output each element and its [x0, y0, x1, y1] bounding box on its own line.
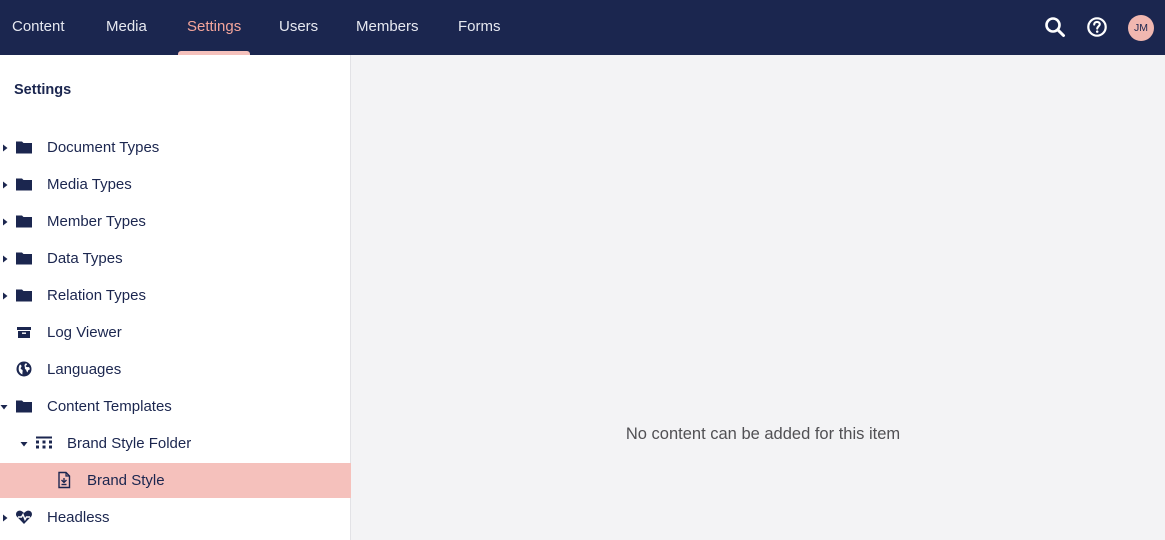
top-navigation-bar: Content Media Settings Users Members For…	[0, 0, 1165, 55]
caret-down-icon[interactable]	[0, 403, 8, 411]
tree-item-headless[interactable]: Headless	[0, 500, 351, 535]
empty-state-message: No content can be added for this item	[625, 425, 901, 443]
folder-icon	[16, 141, 32, 154]
sidebar-title: Settings	[14, 82, 72, 98]
heart-icon	[16, 510, 32, 524]
tree-item-member-types[interactable]: Member Types	[0, 204, 351, 239]
tree-item-content-templates[interactable]: Content Templates	[0, 389, 351, 424]
document-icon	[58, 471, 71, 489]
tree-item-label: Document Types	[47, 139, 160, 156]
search-icon[interactable]	[1043, 15, 1067, 39]
folder-icon	[16, 252, 32, 265]
tree-item-label: Log Viewer	[47, 324, 122, 341]
main-content-area: No content can be added for this item	[352, 55, 1165, 540]
tab-settings[interactable]: Settings	[177, 0, 251, 55]
tree-item-label: Data Types	[47, 250, 123, 267]
caret-down-icon[interactable]	[20, 440, 28, 448]
tree-item-label: Member Types	[47, 213, 146, 230]
tree-item-label: Brand Style Folder	[67, 435, 192, 452]
caret-right-icon[interactable]	[1, 292, 9, 300]
globe-icon	[16, 361, 32, 377]
tree-item-label: Headless	[47, 509, 110, 526]
tree-item-label: Brand Style	[87, 472, 165, 489]
tab-users[interactable]: Users	[279, 0, 318, 55]
archive-icon	[17, 327, 31, 338]
tree-item-brand-style[interactable]: Brand Style	[0, 463, 351, 498]
tree-item-languages[interactable]: Languages	[0, 352, 351, 387]
tree-item-brand-style-folder[interactable]: Brand Style Folder	[0, 426, 351, 461]
settings-sidebar: Settings Document Types Media Types Memb…	[0, 55, 351, 540]
tree-item-label: Relation Types	[47, 287, 146, 304]
tab-media[interactable]: Media	[106, 0, 147, 55]
caret-right-icon[interactable]	[1, 144, 9, 152]
tree-item-data-types[interactable]: Data Types	[0, 241, 351, 276]
folder-icon	[16, 215, 32, 228]
caret-right-icon[interactable]	[1, 181, 9, 189]
caret-right-icon[interactable]	[1, 255, 9, 263]
tree-item-label: Content Templates	[47, 398, 172, 415]
tree-item-media-types[interactable]: Media Types	[0, 167, 351, 202]
folder-icon	[16, 289, 32, 302]
help-icon[interactable]	[1085, 15, 1109, 39]
caret-right-icon[interactable]	[1, 514, 9, 522]
caret-right-icon[interactable]	[1, 218, 9, 226]
folder-icon	[16, 400, 32, 413]
tab-members[interactable]: Members	[356, 0, 419, 55]
tab-content[interactable]: Content	[12, 0, 65, 55]
tree-item-document-types[interactable]: Document Types	[0, 130, 351, 165]
tab-forms[interactable]: Forms	[458, 0, 501, 55]
folder-icon	[16, 178, 32, 191]
tree-item-relation-types[interactable]: Relation Types	[0, 278, 351, 313]
tree-item-label: Media Types	[47, 176, 132, 193]
tree-item-label: Languages	[47, 361, 122, 378]
tree-item-log-viewer[interactable]: Log Viewer	[0, 315, 351, 350]
avatar[interactable]: JM	[1128, 15, 1154, 41]
grid-icon	[36, 436, 52, 449]
